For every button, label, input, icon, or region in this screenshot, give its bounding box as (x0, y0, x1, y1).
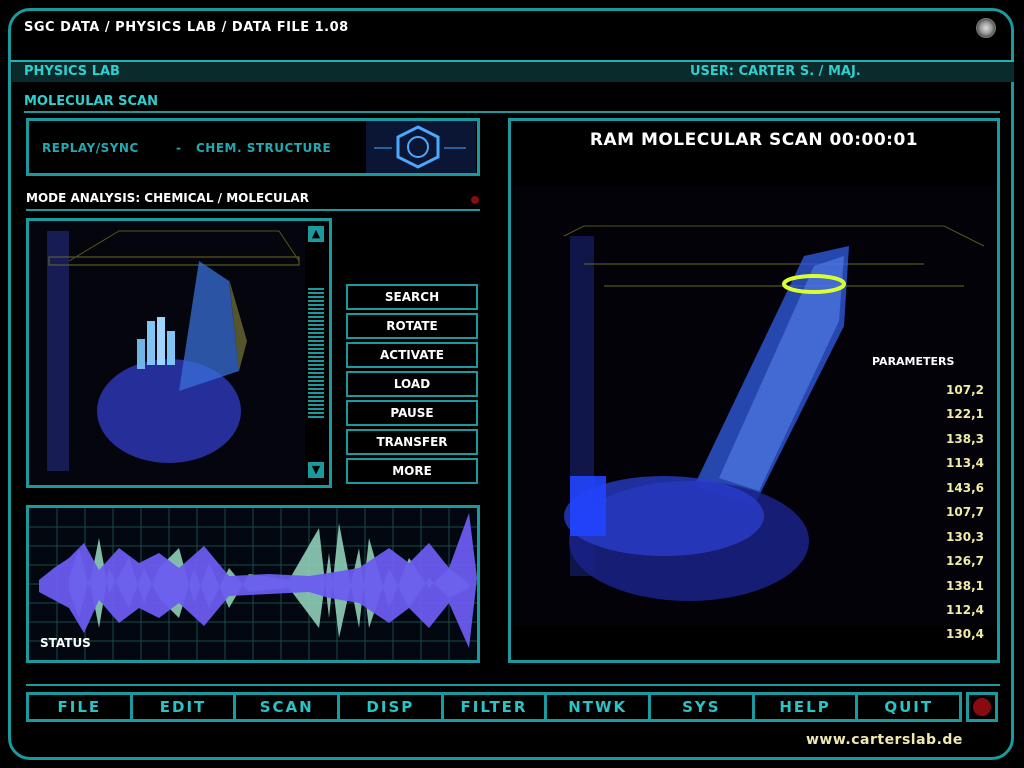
menu-edit[interactable]: EDIT (133, 695, 237, 719)
section-title: MOLECULAR SCAN (24, 94, 158, 109)
menu-sys[interactable]: SYS (651, 695, 755, 719)
more-button[interactable]: MORE (346, 458, 478, 484)
parameter-value: 126,7 (946, 554, 984, 568)
parameter-value: 107,2 (946, 383, 984, 397)
parameters-heading: PARAMETERS (872, 355, 955, 368)
lab-label: PHYSICS LAB (24, 64, 120, 79)
user-label: USER: CARTER S. / MAJ. (690, 64, 861, 79)
rotate-button[interactable]: ROTATE (346, 313, 478, 339)
status-label: STATUS (40, 636, 91, 650)
menu-filter[interactable]: FILTER (444, 695, 548, 719)
load-button[interactable]: LOAD (346, 371, 478, 397)
mode-analysis-label: MODE ANALYSIS: CHEMICAL / MOLECULAR (26, 191, 309, 205)
parameter-value: 138,1 (946, 579, 984, 593)
parameter-value: 143,6 (946, 481, 984, 495)
parameter-value: 107,7 (946, 505, 984, 519)
menu-quit[interactable]: QUIT (858, 695, 959, 719)
molecule-preview-render (29, 221, 305, 485)
bottom-menu-bar: FILE EDIT SCAN DISP FILTER NTWK SYS HELP… (26, 692, 962, 722)
transfer-button[interactable]: TRANSFER (346, 429, 478, 455)
menu-scan[interactable]: SCAN (236, 695, 341, 719)
status-waveform (29, 508, 477, 660)
footer-url[interactable]: www.carterslab.de (806, 732, 963, 748)
search-button[interactable]: SEARCH (346, 284, 478, 310)
chem-structure-label[interactable]: CHEM. STRUCTURE (196, 141, 331, 155)
menu-help[interactable]: HELP (755, 695, 859, 719)
parameter-value: 112,4 (946, 603, 984, 617)
separator-label: - (176, 141, 182, 155)
activate-button[interactable]: ACTIVATE (346, 342, 478, 368)
scroll-up-arrow-icon[interactable]: ▲ (308, 226, 324, 242)
scrollbar-track[interactable] (308, 288, 324, 418)
scroll-down-arrow-icon[interactable]: ▼ (308, 462, 324, 478)
mode-indicator-light (471, 196, 479, 204)
menu-divider (26, 684, 1000, 686)
header-bar-line (10, 60, 1014, 62)
parameter-value: 138,3 (946, 432, 984, 446)
replay-sync-label[interactable]: REPLAY/SYNC (42, 141, 139, 155)
section-divider (24, 111, 1000, 113)
parameter-value: 122,1 (946, 407, 984, 421)
header-bar (12, 60, 1014, 82)
parameter-value: 130,3 (946, 530, 984, 544)
menu-file[interactable]: FILE (29, 695, 133, 719)
pause-button[interactable]: PAUSE (346, 400, 478, 426)
parameter-value: 130,4 (946, 627, 984, 641)
menu-disp[interactable]: DISP (340, 695, 444, 719)
window-title: SGC DATA / PHYSICS LAB / DATA FILE 1.08 (24, 20, 349, 35)
benzene-ring-icon (366, 121, 476, 173)
stargate-logo-icon (976, 18, 996, 38)
parameter-value: 113,4 (946, 456, 984, 470)
mode-divider (26, 209, 480, 211)
menu-ntwk[interactable]: NTWK (547, 695, 652, 719)
power-indicator-icon[interactable] (973, 698, 991, 716)
scan-title: RAM MOLECULAR SCAN 00:00:01 (589, 130, 919, 150)
